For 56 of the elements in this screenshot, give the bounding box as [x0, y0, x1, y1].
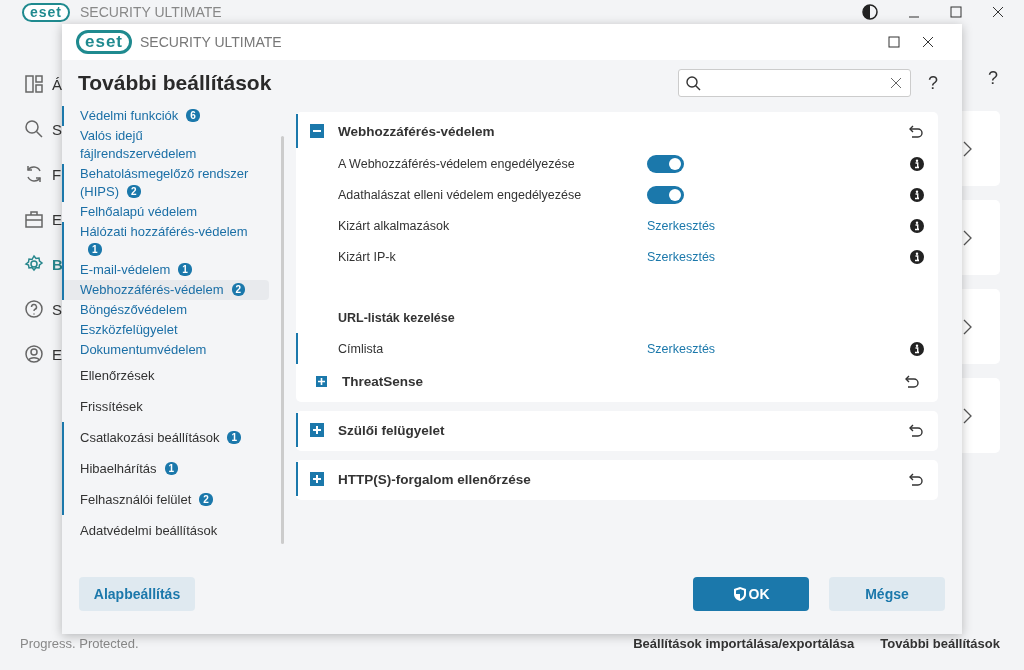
cancel-button[interactable]: Mégse: [829, 577, 945, 611]
section-title[interactable]: Szülői felügyelet: [338, 422, 445, 438]
sidebar-item[interactable]: Valós idejű fájlrendszervédelem: [62, 126, 269, 164]
sidebar-item[interactable]: Frissítések: [62, 391, 269, 422]
nav-label[interactable]: S: [52, 300, 62, 318]
section-title[interactable]: Webhozzáférés-védelem: [338, 123, 495, 139]
count-badge: 1: [88, 243, 102, 256]
count-badge: 1: [227, 431, 242, 444]
group-heading: URL-listák kezelése: [338, 311, 455, 325]
edit-link[interactable]: Szerkesztés: [647, 249, 716, 264]
sidebar-item[interactable]: Hibaelhárítás 1: [62, 453, 269, 484]
setting-label: Kizárt alkalmazások: [338, 218, 451, 233]
ok-button[interactable]: OK: [693, 577, 809, 611]
count-badge: 2: [231, 283, 246, 296]
section-title[interactable]: HTTP(S)-forgalom ellenőrzése: [338, 471, 531, 487]
eset-logo: eset: [76, 30, 133, 54]
nav-label[interactable]: B: [52, 255, 63, 273]
import-export-link[interactable]: Beállítások importálása/exportálása: [633, 635, 855, 651]
nav-label[interactable]: F: [52, 165, 62, 183]
window-title: SECURITY ULTIMATE: [140, 34, 282, 50]
count-badge: 6: [186, 109, 200, 122]
count-badge: 1: [164, 462, 179, 475]
count-badge: 1: [178, 263, 192, 276]
sidebar-item[interactable]: Védelmi funkciók 6: [62, 106, 269, 126]
sidebar-item[interactable]: Felhőalapú védelem: [62, 202, 269, 222]
advanced-settings-link[interactable]: További beállítások: [880, 635, 1000, 651]
sidebar-item[interactable]: Adatvédelmi beállítások: [62, 515, 269, 546]
app-title: SECURITY ULTIMATE: [80, 4, 222, 20]
eset-logo: eset: [22, 2, 71, 22]
dialog-heading: További beállítások: [78, 71, 272, 95]
help-button[interactable]: ?: [928, 72, 938, 94]
sidebar-item[interactable]: Csatlakozási beállítások 1: [62, 422, 269, 453]
sidebar-item[interactable]: Böngészővédelem: [62, 300, 269, 320]
edit-link[interactable]: Szerkesztés: [647, 341, 716, 356]
edit-link[interactable]: Szerkesztés: [647, 218, 716, 233]
sidebar-item[interactable]: Ellenőrzések: [62, 360, 269, 391]
sidebar-item[interactable]: Felhasználói felület 2: [62, 484, 269, 515]
setting-label: Címlista: [338, 341, 385, 356]
sidebar-item[interactable]: Eszközfelügyelet: [62, 320, 269, 340]
subsection-title[interactable]: ThreatSense: [342, 373, 424, 389]
nav-label[interactable]: E: [52, 345, 62, 363]
sidebar-item[interactable]: Hálózati hozzáférés-védelem 1: [62, 222, 269, 260]
status-text: Progress. Protected.: [20, 635, 139, 651]
setting-label: Kizárt IP-k: [338, 249, 397, 264]
nav-label[interactable]: S: [52, 120, 62, 138]
setting-label: Adathalászat elleni védelem engedélyezése: [338, 187, 583, 202]
count-badge: 2: [199, 493, 213, 506]
nav-label[interactable]: E: [52, 210, 62, 228]
sidebar-item[interactable]: Dokumentumvédelem: [62, 340, 269, 360]
count-badge: 2: [127, 185, 141, 198]
help-button[interactable]: ?: [988, 68, 998, 89]
default-button[interactable]: Alapbeállítás: [79, 577, 195, 611]
sidebar-item[interactable]: Behatolásmegelőző rendszer (HIPS) 2: [62, 164, 269, 202]
nav-label[interactable]: Á: [52, 75, 62, 93]
sidebar-item[interactable]: Webhozzáférés-védelem 2: [62, 280, 269, 300]
setting-label: A Webhozzáférés-védelem engedélyezése: [338, 156, 576, 171]
